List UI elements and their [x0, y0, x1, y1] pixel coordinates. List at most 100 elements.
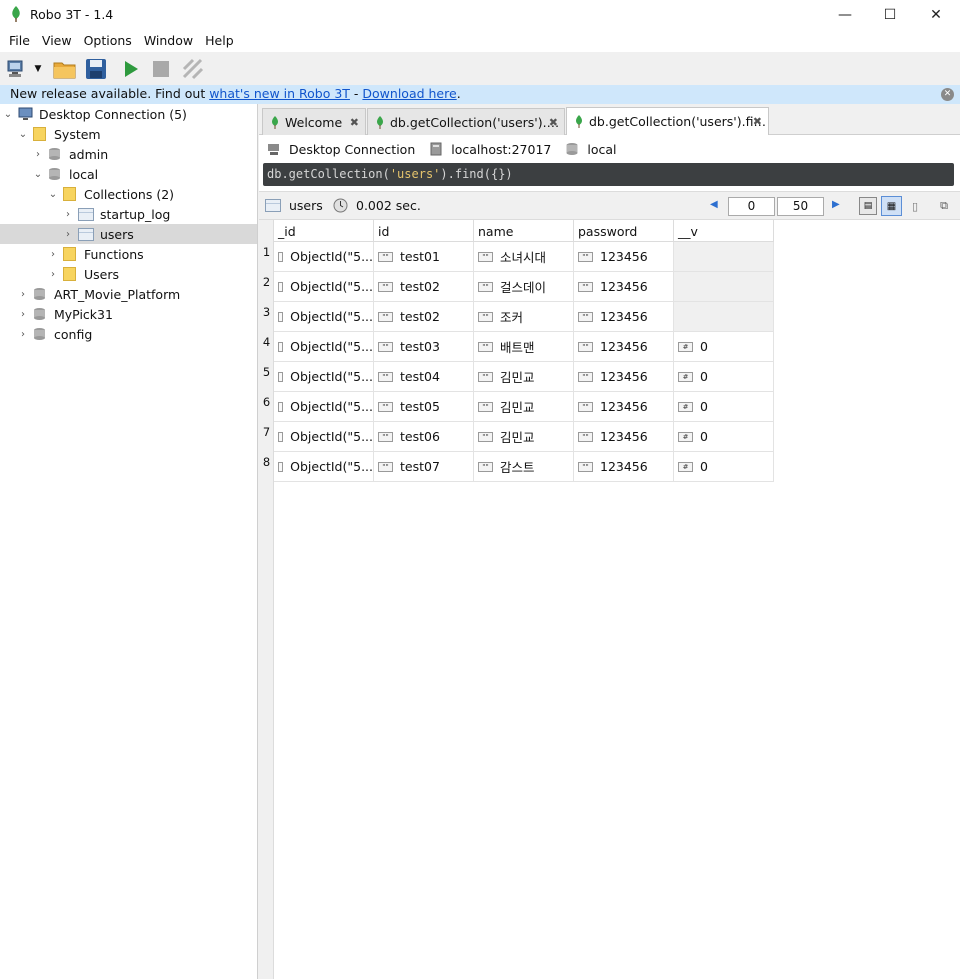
tree-item-system[interactable]: ⌄ System [17, 124, 101, 144]
cell-name[interactable]: "" 김민교 [474, 362, 574, 392]
cell-password[interactable]: "" 123456 [574, 302, 674, 332]
cell-password[interactable]: "" 123456 [574, 272, 674, 302]
open-button[interactable] [52, 56, 78, 82]
row-number[interactable]: 5 [259, 362, 274, 392]
tab-query-2[interactable]: db.getCollection('users').fi… ✖ [566, 107, 769, 135]
cell-password[interactable]: "" 123456 [574, 452, 674, 482]
menu-file[interactable]: File [3, 30, 36, 52]
table-row[interactable]: ObjectId("5... "" test01 "" 소녀시대 "" 123456 [274, 242, 774, 272]
chevron-right-icon[interactable]: › [47, 249, 59, 260]
connect-button[interactable] [6, 56, 28, 82]
notice-close-icon[interactable]: ✕ [941, 88, 954, 101]
column-header-_id[interactable]: _id [274, 220, 374, 242]
cell-oid[interactable]: ObjectId("5... [274, 362, 374, 392]
cell-id[interactable]: "" test05 [374, 392, 474, 422]
chevron-right-icon[interactable]: › [17, 329, 29, 340]
limit-input[interactable]: 50 [777, 197, 824, 216]
cell-id[interactable]: "" test07 [374, 452, 474, 482]
close-tab-icon[interactable]: ✖ [753, 115, 762, 128]
cell-password[interactable]: "" 123456 [574, 242, 674, 272]
cell-oid[interactable]: ObjectId("5... [274, 302, 374, 332]
cell-password[interactable]: "" 123456 [574, 422, 674, 452]
table-view-button[interactable]: ▦ [881, 196, 902, 216]
page-next-icon[interactable]: ▶ [832, 199, 840, 210]
chevron-right-icon[interactable]: › [32, 149, 44, 160]
menu-view[interactable]: View [36, 30, 78, 52]
cell-name[interactable]: "" 김민교 [474, 422, 574, 452]
cell-oid[interactable]: ObjectId("5... [274, 452, 374, 482]
stop-button[interactable] [151, 56, 171, 82]
cell-oid[interactable]: ObjectId("5... [274, 242, 374, 272]
cell-name[interactable]: "" 감스트 [474, 452, 574, 482]
column-header-__v[interactable]: __v [674, 220, 774, 242]
chevron-down-icon[interactable]: ⌄ [47, 189, 59, 200]
cell-v[interactable]: #0 [674, 362, 774, 392]
tree-item-mypick31[interactable]: › MyPick31 [17, 304, 113, 324]
menu-options[interactable]: Options [78, 30, 138, 52]
chevron-down-icon[interactable]: ⌄ [17, 129, 29, 140]
detach-button[interactable]: ⧉ [936, 197, 952, 215]
menu-window[interactable]: Window [138, 30, 199, 52]
execute-button[interactable] [121, 56, 141, 82]
tree-item-local[interactable]: ⌄ local [32, 164, 98, 184]
tree-item-art-movie-platform[interactable]: › ART_Movie_Platform [17, 284, 180, 304]
column-header-password[interactable]: password [574, 220, 674, 242]
cell-v[interactable]: #0 [674, 332, 774, 362]
cell-id[interactable]: "" test02 [374, 302, 474, 332]
cell-id[interactable]: "" test01 [374, 242, 474, 272]
cell-v[interactable]: #0 [674, 422, 774, 452]
row-number[interactable]: 6 [259, 392, 274, 422]
chevron-right-icon[interactable]: › [47, 269, 59, 280]
tree-item-users-folder[interactable]: › Users [47, 264, 119, 284]
cell-name[interactable]: "" 배트맨 [474, 332, 574, 362]
tree-item-users-collection[interactable]: › users [62, 224, 134, 244]
cell-oid[interactable]: ObjectId("5... [274, 332, 374, 362]
text-view-button[interactable]: ▯ [907, 197, 923, 215]
cell-password[interactable]: "" 123456 [574, 362, 674, 392]
cell-oid[interactable]: ObjectId("5... [274, 272, 374, 302]
orientation-button[interactable] [180, 56, 206, 82]
table-row[interactable]: ObjectId("5... "" test07 "" 감스트 "" 123456 #0 [274, 452, 774, 482]
cell-v[interactable] [674, 302, 774, 332]
tree-view-button[interactable]: ▤ [859, 197, 877, 215]
close-button[interactable]: ✕ [913, 0, 959, 30]
tree-item-admin[interactable]: › admin [32, 144, 108, 164]
row-number[interactable]: 1 [259, 242, 274, 272]
row-number[interactable]: 3 [259, 302, 274, 332]
cell-name[interactable]: "" 걸스데이 [474, 272, 574, 302]
cell-id[interactable]: "" test04 [374, 362, 474, 392]
close-tab-icon[interactable]: ✖ [350, 116, 359, 129]
chevron-down-icon[interactable]: ⌄ [32, 169, 44, 180]
cell-name[interactable]: "" 김민교 [474, 392, 574, 422]
row-number[interactable]: 8 [259, 452, 274, 482]
cell-id[interactable]: "" test03 [374, 332, 474, 362]
row-number[interactable]: 4 [259, 332, 274, 362]
whats-new-link[interactable]: what's new in Robo 3T [209, 86, 350, 101]
connect-dropdown-icon[interactable]: ▼ [32, 56, 44, 82]
cell-v[interactable]: #0 [674, 452, 774, 482]
cell-name[interactable]: "" 조커 [474, 302, 574, 332]
tab-query-1[interactable]: db.getCollection('users').… ✖ [367, 108, 565, 135]
tree-item-startup-log[interactable]: › startup_log [62, 204, 170, 224]
tree-item-config[interactable]: › config [17, 324, 92, 344]
table-row[interactable]: ObjectId("5... "" test05 "" 김민교 "" 123456 #0 [274, 392, 774, 422]
cell-v[interactable]: #0 [674, 392, 774, 422]
table-row[interactable]: ObjectId("5... "" test06 "" 김민교 "" 123456 #0 [274, 422, 774, 452]
column-header-id[interactable]: id [374, 220, 474, 242]
save-button[interactable] [84, 56, 108, 82]
column-header-name[interactable]: name [474, 220, 574, 242]
cell-id[interactable]: "" test02 [374, 272, 474, 302]
tree-item-collections[interactable]: ⌄ Collections (2) [47, 184, 174, 204]
menu-help[interactable]: Help [199, 30, 240, 52]
maximize-button[interactable]: ☐ [867, 0, 913, 30]
page-prev-icon[interactable]: ◀ [710, 199, 718, 210]
tree-item-desktop-connection[interactable]: ⌄ Desktop Connection (5) [2, 104, 187, 124]
table-row[interactable]: ObjectId("5... "" test02 "" 조커 "" 123456 [274, 302, 774, 332]
chevron-right-icon[interactable]: › [62, 209, 74, 220]
cell-password[interactable]: "" 123456 [574, 332, 674, 362]
query-editor[interactable]: db.getCollection('users').find({}) [263, 163, 954, 186]
tree-item-functions[interactable]: › Functions [47, 244, 144, 264]
table-row[interactable]: ObjectId("5... "" test04 "" 김민교 "" 123456 #0 [274, 362, 774, 392]
skip-input[interactable]: 0 [728, 197, 775, 216]
table-row[interactable]: ObjectId("5... "" test02 "" 걸스데이 "" 123456 [274, 272, 774, 302]
